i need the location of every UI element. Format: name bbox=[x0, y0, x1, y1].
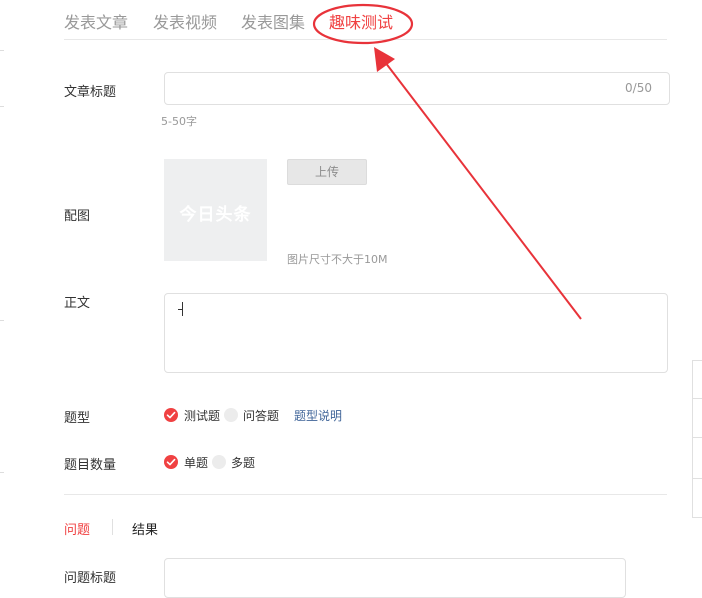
tab-publish-gallery[interactable]: 发表图集 bbox=[241, 9, 305, 33]
text-cursor bbox=[182, 302, 183, 316]
check-icon bbox=[166, 411, 176, 419]
radio-multi-question[interactable] bbox=[212, 455, 226, 469]
image-size-hint: 图片尺寸不大于10M bbox=[287, 253, 388, 266]
tab-fun-quiz[interactable]: 趣味测试 bbox=[329, 9, 393, 33]
check-icon bbox=[166, 458, 176, 466]
article-title-counter: 0/50 bbox=[625, 81, 652, 95]
cover-thumbnail[interactable]: 今日头条 bbox=[164, 159, 267, 261]
section-divider bbox=[64, 494, 667, 495]
radio-test-question[interactable] bbox=[164, 408, 178, 422]
annotation-arrowhead bbox=[374, 47, 395, 72]
tab-publish-video[interactable]: 发表视频 bbox=[153, 9, 217, 33]
question-type-label: 题型 bbox=[64, 411, 91, 426]
subtab-result[interactable]: 结果 bbox=[132, 519, 158, 538]
radio-multi-question-label[interactable]: 多题 bbox=[231, 454, 255, 471]
tab-publish-article[interactable]: 发表文章 bbox=[64, 9, 128, 33]
subtab-separator bbox=[112, 519, 113, 535]
cover-label: 配图 bbox=[64, 209, 91, 224]
article-title-hint: 5-50字 bbox=[161, 115, 197, 128]
radio-test-question-label[interactable]: 测试题 bbox=[184, 407, 220, 424]
radio-single-question[interactable] bbox=[164, 455, 178, 469]
question-title-label: 问题标题 bbox=[64, 571, 117, 586]
left-edge-mark bbox=[0, 50, 4, 51]
question-count-label: 题目数量 bbox=[64, 458, 117, 473]
toutiao-logo: 今日头条 bbox=[179, 205, 252, 225]
question-title-input[interactable] bbox=[164, 558, 626, 598]
radio-single-question-label[interactable]: 单题 bbox=[184, 454, 208, 471]
left-edge-mark bbox=[0, 320, 4, 321]
radio-qa-question-label[interactable]: 问答题 bbox=[243, 407, 279, 424]
tab-divider bbox=[64, 39, 667, 40]
left-edge-mark bbox=[0, 472, 4, 473]
article-title-label: 文章标题 bbox=[64, 85, 117, 100]
body-text-label: 正文 bbox=[64, 296, 91, 311]
question-type-help-link[interactable]: 题型说明 bbox=[294, 407, 342, 424]
left-edge-mark bbox=[0, 106, 4, 107]
body-text-textarea[interactable] bbox=[164, 293, 668, 373]
radio-qa-question[interactable] bbox=[224, 408, 238, 422]
article-title-input[interactable]: 0/50 bbox=[164, 72, 670, 105]
text-cursor-mark bbox=[178, 309, 182, 310]
upload-button[interactable]: 上传 bbox=[287, 159, 367, 185]
subtab-question[interactable]: 问题 bbox=[64, 519, 90, 538]
right-side-panel bbox=[692, 360, 702, 518]
